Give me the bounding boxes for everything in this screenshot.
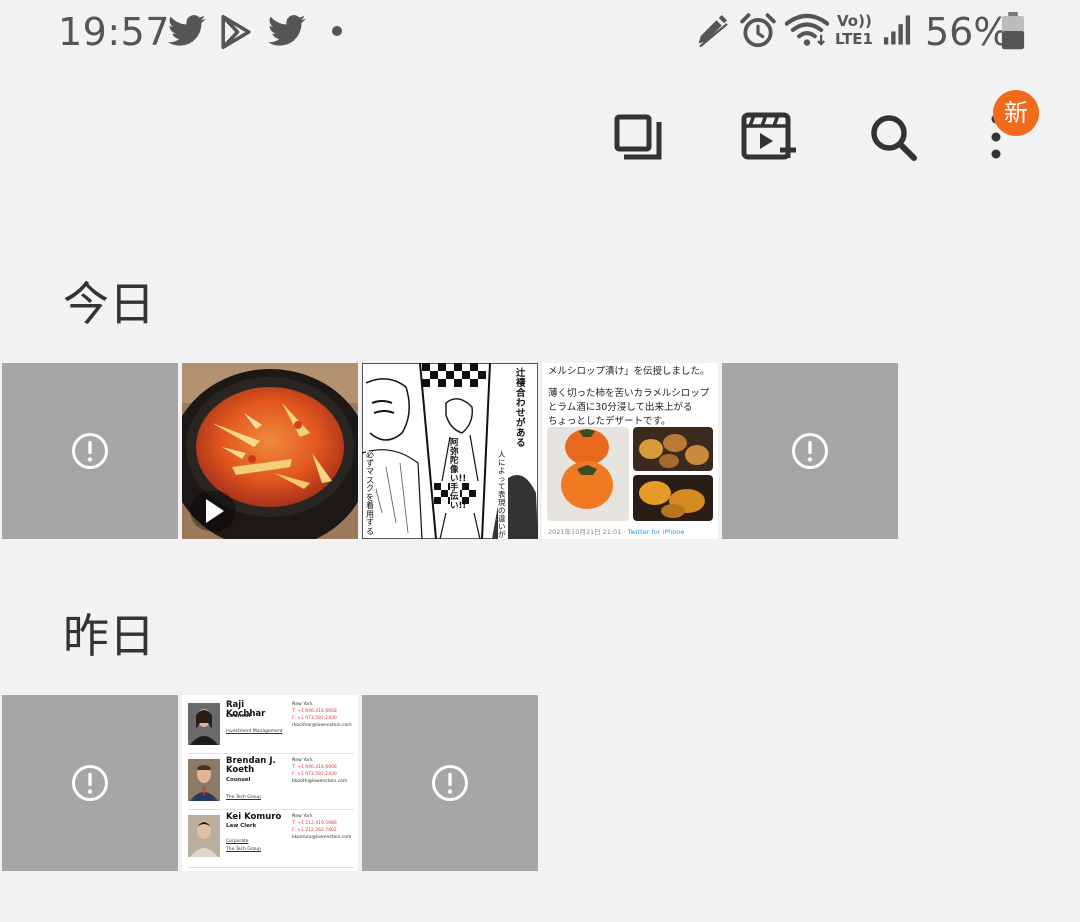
error-icon [72, 765, 108, 801]
manga-text-1: 辻褄合わせがある [516, 368, 526, 449]
clock-time: 19:57 [58, 10, 171, 54]
status-bar: 19:57 Vo)) LTE1 56% [0, 0, 1080, 66]
section-title-today: 今日 [63, 277, 155, 331]
tweet-text-line: とラム酒に30分浸して出来上がる [548, 402, 693, 413]
tweet-photos [547, 427, 713, 521]
contact-card: Raji Kochhar Counsel Investment Manageme… [188, 697, 354, 754]
thumbnail-error[interactable] [362, 695, 538, 871]
manga-text-4: 必ずマスクを着用する [366, 450, 376, 536]
dot-icon [332, 26, 342, 36]
manga-text-2: 阿弥陀像い!!手伝い!! [450, 438, 467, 511]
search-button[interactable] [864, 108, 924, 168]
tweet-text-line: 薄く切った柿を苦いカラメルシロップ [548, 388, 710, 399]
error-icon [72, 433, 108, 469]
search-icon [871, 115, 917, 161]
tweet-text-line: メルシロップ漬け」を伝授しました。 [548, 366, 710, 377]
wifi-icon [785, 13, 829, 46]
section-title-yesterday: 昨日 [63, 609, 155, 663]
manga-text-3: 人によって表現の違いが [498, 451, 508, 539]
contact-card: Kei Komuro Law Clerk Corporate The Tech … [188, 809, 354, 868]
battery-percent: 56% [925, 10, 1010, 54]
avatar [188, 759, 220, 801]
error-icon [792, 433, 828, 469]
thumbnail-contact-cards[interactable]: Raji Kochhar Counsel Investment Manageme… [182, 695, 358, 871]
thumbnail-error[interactable] [2, 695, 178, 871]
thumbnail-tweet-screenshot[interactable]: メルシロップ漬け」を伝授しました。 薄く切った柿を苦いカラメルシロップ とラム酒… [542, 363, 718, 539]
twitter-icon [168, 15, 206, 46]
thumbnail-video[interactable] [182, 363, 358, 539]
select-button[interactable] [610, 108, 670, 168]
tweet-text-line: ちょっとしたデザートです。 [548, 416, 671, 427]
create-video-button[interactable] [738, 108, 798, 168]
thumbnail-error[interactable] [2, 363, 178, 539]
tweet-footer: 2021年10月21日 21:01 · Twitter for iPhone [548, 528, 685, 536]
create-video-icon [741, 112, 796, 160]
contact-card: Brendan J. Koeth Counsel The Tech Group … [188, 753, 354, 810]
alarm-icon [740, 13, 776, 48]
stew-video-image [182, 363, 358, 539]
thumbnail-manga[interactable]: 辻褄合わせがある 阿弥陀像い!!手伝い!! 人によって表現の違いが 必ずマスクを… [362, 363, 538, 539]
signal-icon [883, 15, 911, 45]
play-store-icon [221, 15, 251, 49]
volte-lte1-icon: Vo)) LTE1 [835, 12, 873, 48]
avatar [188, 703, 220, 745]
select-icon [614, 114, 662, 160]
edit-icon [698, 15, 728, 48]
avatar [188, 815, 220, 857]
thumbnail-error[interactable] [722, 363, 898, 539]
twitter-icon [268, 15, 306, 46]
error-icon [432, 765, 468, 801]
new-badge: 新 [993, 90, 1039, 136]
battery-icon [1001, 12, 1025, 50]
